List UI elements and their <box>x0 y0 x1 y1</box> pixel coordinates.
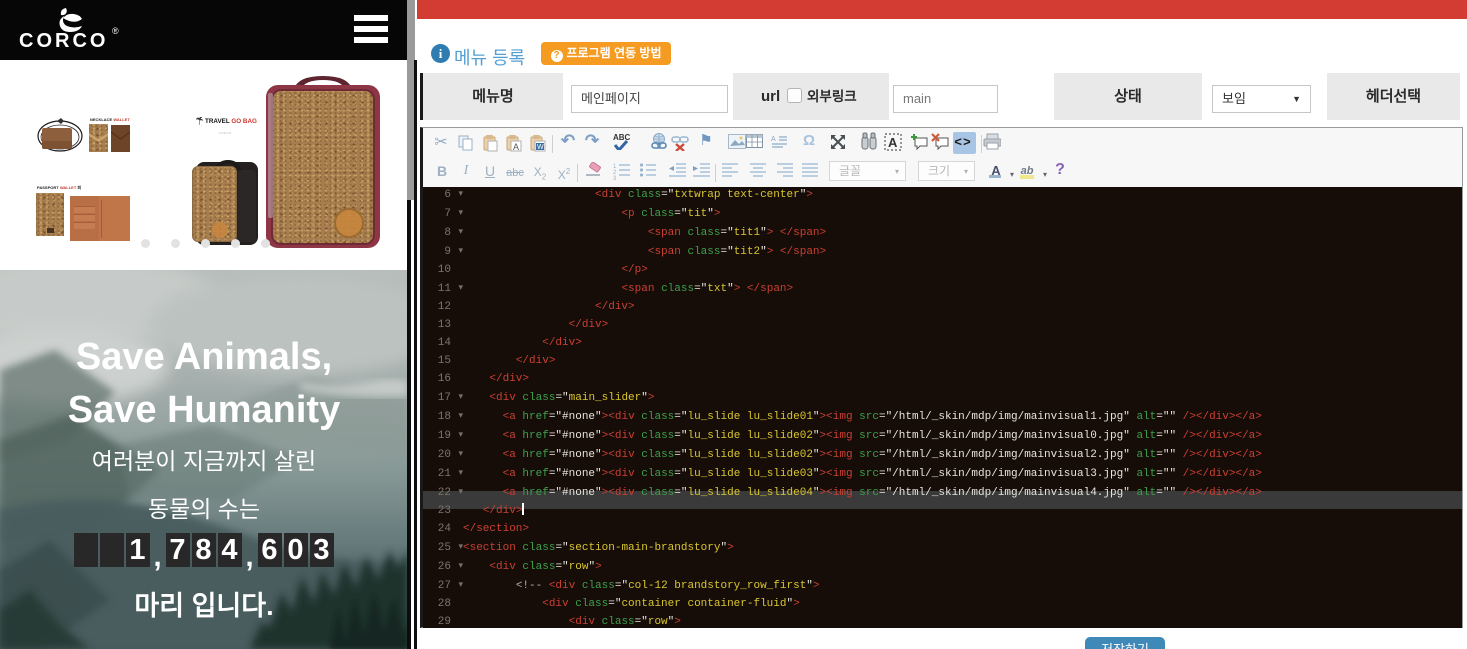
svg-text:3: 3 <box>613 176 617 180</box>
svg-text:A: A <box>888 135 898 150</box>
svg-text:A: A <box>771 136 776 143</box>
svg-text:A: A <box>513 142 519 152</box>
svg-text:ABC: ABC <box>613 133 630 142</box>
svg-text:W: W <box>537 144 544 151</box>
